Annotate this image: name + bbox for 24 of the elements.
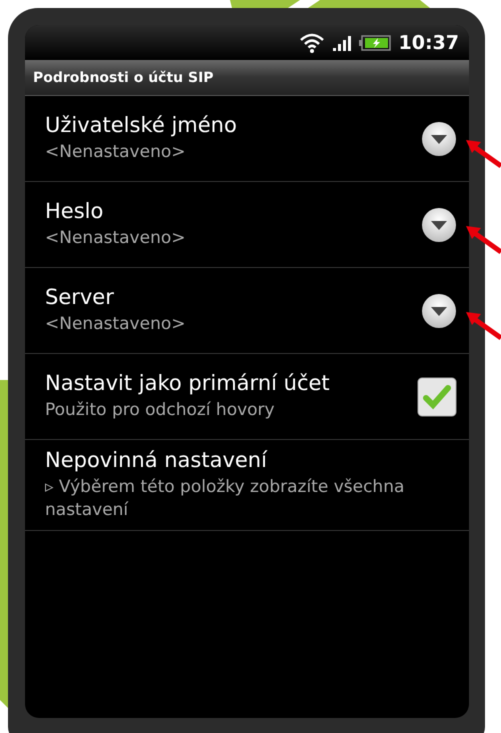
setting-summary: ▹ Výběrem této položky zobrazíte všechna nastavení: [45, 476, 406, 522]
dropdown-icon[interactable]: [421, 292, 457, 328]
settings-item[interactable]: Heslo <Nenastaveno>: [25, 182, 469, 268]
setting-title: Heslo: [45, 199, 104, 224]
setting-title: Server: [45, 285, 115, 310]
setting-summary: <Nenastaveno>: [45, 141, 186, 164]
settings-item[interactable]: Nastavit jako primární účet Použito pro odchozí hovory: [25, 354, 469, 440]
settings-item[interactable]: Server <Nenastaveno>: [25, 268, 469, 354]
settings-item[interactable]: Nepovinná nastavení ▹ Výběrem této položky zobrazíte všechna nastavení: [25, 440, 469, 531]
clock-time: 10:37: [398, 32, 459, 54]
setting-title: Uživatelské jméno: [45, 113, 238, 138]
battery-charging-icon: [358, 34, 391, 50]
setting-title: Nastavit jako primární účet: [45, 371, 331, 396]
checkbox[interactable]: [417, 376, 457, 416]
settings-item[interactable]: Uživatelské jméno <Nenastaveno>: [25, 96, 469, 182]
wifi-icon: [298, 32, 325, 52]
screen-title: Podrobnosti o účtu SIP: [33, 70, 214, 86]
dropdown-icon[interactable]: [421, 120, 457, 156]
setting-summary: Použito pro odchozí hovory: [45, 399, 276, 422]
setting-title: Nepovinná nastavení: [45, 448, 268, 472]
dropdown-icon[interactable]: [421, 206, 457, 242]
setting-summary: <Nenastaveno>: [45, 313, 186, 336]
signal-icon: [332, 34, 351, 50]
setting-summary: <Nenastaveno>: [45, 227, 186, 250]
